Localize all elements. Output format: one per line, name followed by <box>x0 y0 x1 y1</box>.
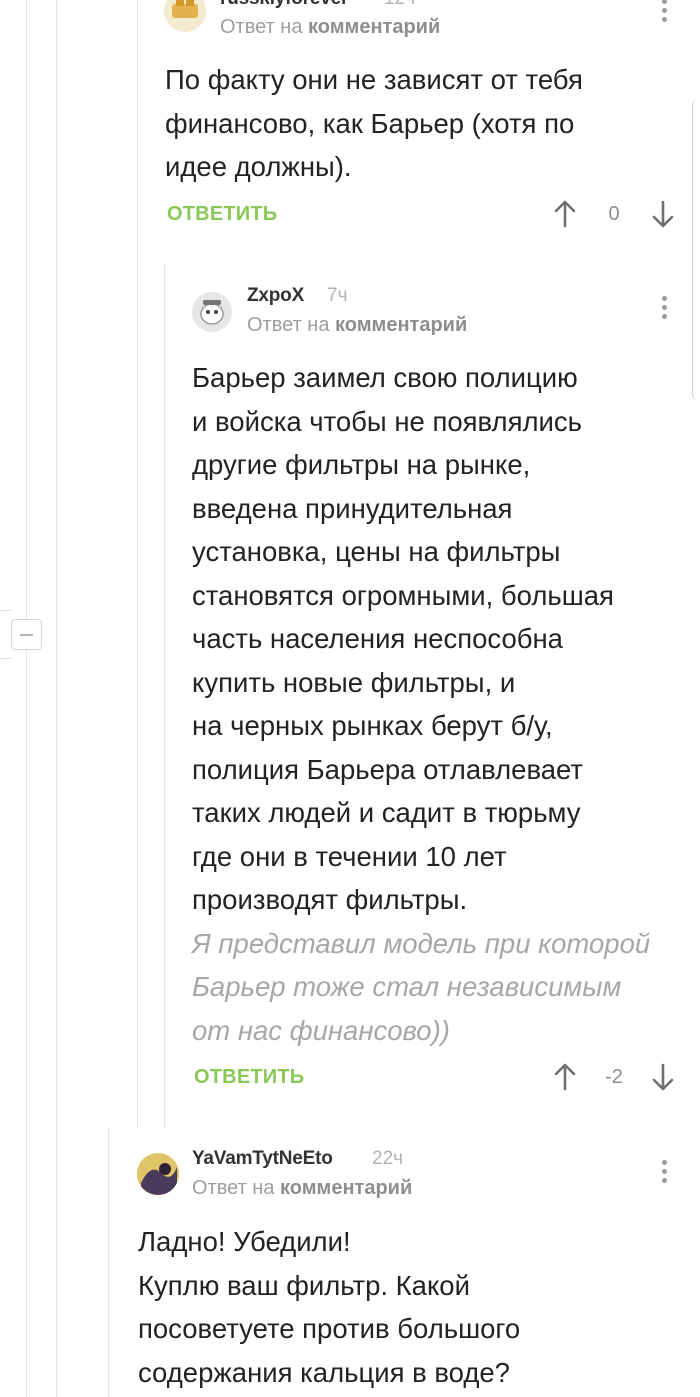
comment-body: По факту они не зависят от тебя финансов… <box>165 58 583 189</box>
meta-link[interactable]: комментарий <box>280 1177 412 1199</box>
reply-button[interactable]: ОТВЕТИТЬ <box>167 203 277 226</box>
comment-line: идее должны). <box>165 151 352 182</box>
reply-to-meta: Ответ на комментарий <box>220 16 440 39</box>
comment-line: на черных рынках берут б/у, <box>192 710 553 741</box>
kebab-menu-icon[interactable] <box>661 1160 667 1186</box>
comment-line: полиция Барьера отлавлевает <box>192 753 584 785</box>
thread-tick <box>0 658 11 659</box>
scrollbar[interactable] <box>692 100 700 400</box>
avatar[interactable] <box>137 1153 179 1195</box>
meta-prefix: Ответ на <box>220 16 303 38</box>
arrow-down-icon[interactable] <box>652 200 674 228</box>
username[interactable]: YaVamTytNeEto <box>192 1148 333 1170</box>
meta-link[interactable]: комментарий <box>335 314 467 336</box>
thread-line <box>26 0 27 1397</box>
comment-line: введена принудительная <box>192 492 513 524</box>
username[interactable]: ZxpoX <box>247 285 304 307</box>
comment-line: производят фильтры. <box>192 884 468 915</box>
username[interactable]: russkiyforever <box>220 0 348 10</box>
rating-score: -2 <box>605 1066 623 1088</box>
comment-line: другие фильтры на рынке, <box>192 449 531 480</box>
comment-line: финансово, как Барьер (хотя по <box>165 107 575 139</box>
comment-line: где они в течении 10 лет <box>192 840 507 872</box>
comment-line: становятся огромными, большая <box>192 579 614 611</box>
comment-line: Куплю ваш фильтр. Какой <box>138 1269 470 1301</box>
rating-score: 0 <box>608 203 620 225</box>
comment-line: По факту они не зависят от тебя <box>165 64 583 95</box>
comment-time: 7ч <box>327 285 348 306</box>
comment-time: 22ч <box>372 1148 404 1169</box>
thread-line <box>137 0 138 1128</box>
comment-line: посоветуете против большого <box>138 1313 521 1344</box>
thread-line <box>164 264 165 1128</box>
kebab-menu-icon[interactable] <box>661 0 667 25</box>
reply-button[interactable]: ОТВЕТИТЬ <box>194 1066 304 1089</box>
comment-line: купить новые фильтры, и <box>192 666 516 698</box>
avatar[interactable] <box>192 292 232 332</box>
comment-line: Ладно! Убедили! <box>138 1226 351 1257</box>
meta-link[interactable]: комментарий <box>308 16 440 38</box>
comment-line: таких людей и садит в тюрьму <box>192 797 581 828</box>
collapse-thread-icon[interactable] <box>11 619 42 650</box>
comment-time: 12ч <box>384 0 415 10</box>
arrow-down-icon[interactable] <box>652 1063 674 1091</box>
thread-line <box>56 0 57 1397</box>
thread-tick <box>0 610 11 611</box>
quote-line: Я представил модель при которой <box>192 927 651 959</box>
quote-line: от нас финансово)) <box>192 1014 450 1046</box>
comment-line: установка, цены на фильтры <box>192 536 561 567</box>
kebab-menu-icon[interactable] <box>661 296 667 322</box>
comment-line: и войска чтобы не появлялись <box>192 405 582 437</box>
reply-to-meta: Ответ на комментарий <box>192 1177 412 1200</box>
meta-prefix: Ответ на <box>247 314 330 336</box>
quote-line: Барьер тоже стал независимым <box>192 971 622 1002</box>
comment-line: содержания кальция в воде? <box>138 1356 510 1388</box>
comment-body: Ладно! Убедили! Куплю ваш фильтр. Какой … <box>138 1220 520 1394</box>
arrow-up-icon[interactable] <box>554 1063 576 1091</box>
comment-body: Барьер заимел свою полицию и войска чтоб… <box>192 356 650 1052</box>
comment-line: Барьер заимел свою полицию <box>192 362 578 393</box>
thread-line <box>108 1128 109 1397</box>
arrow-up-icon[interactable] <box>554 200 576 228</box>
comment-line: часть населения неспособна <box>192 623 563 654</box>
meta-prefix: Ответ на <box>192 1177 275 1199</box>
reply-to-meta: Ответ на комментарий <box>247 314 467 337</box>
avatar[interactable] <box>164 0 206 32</box>
